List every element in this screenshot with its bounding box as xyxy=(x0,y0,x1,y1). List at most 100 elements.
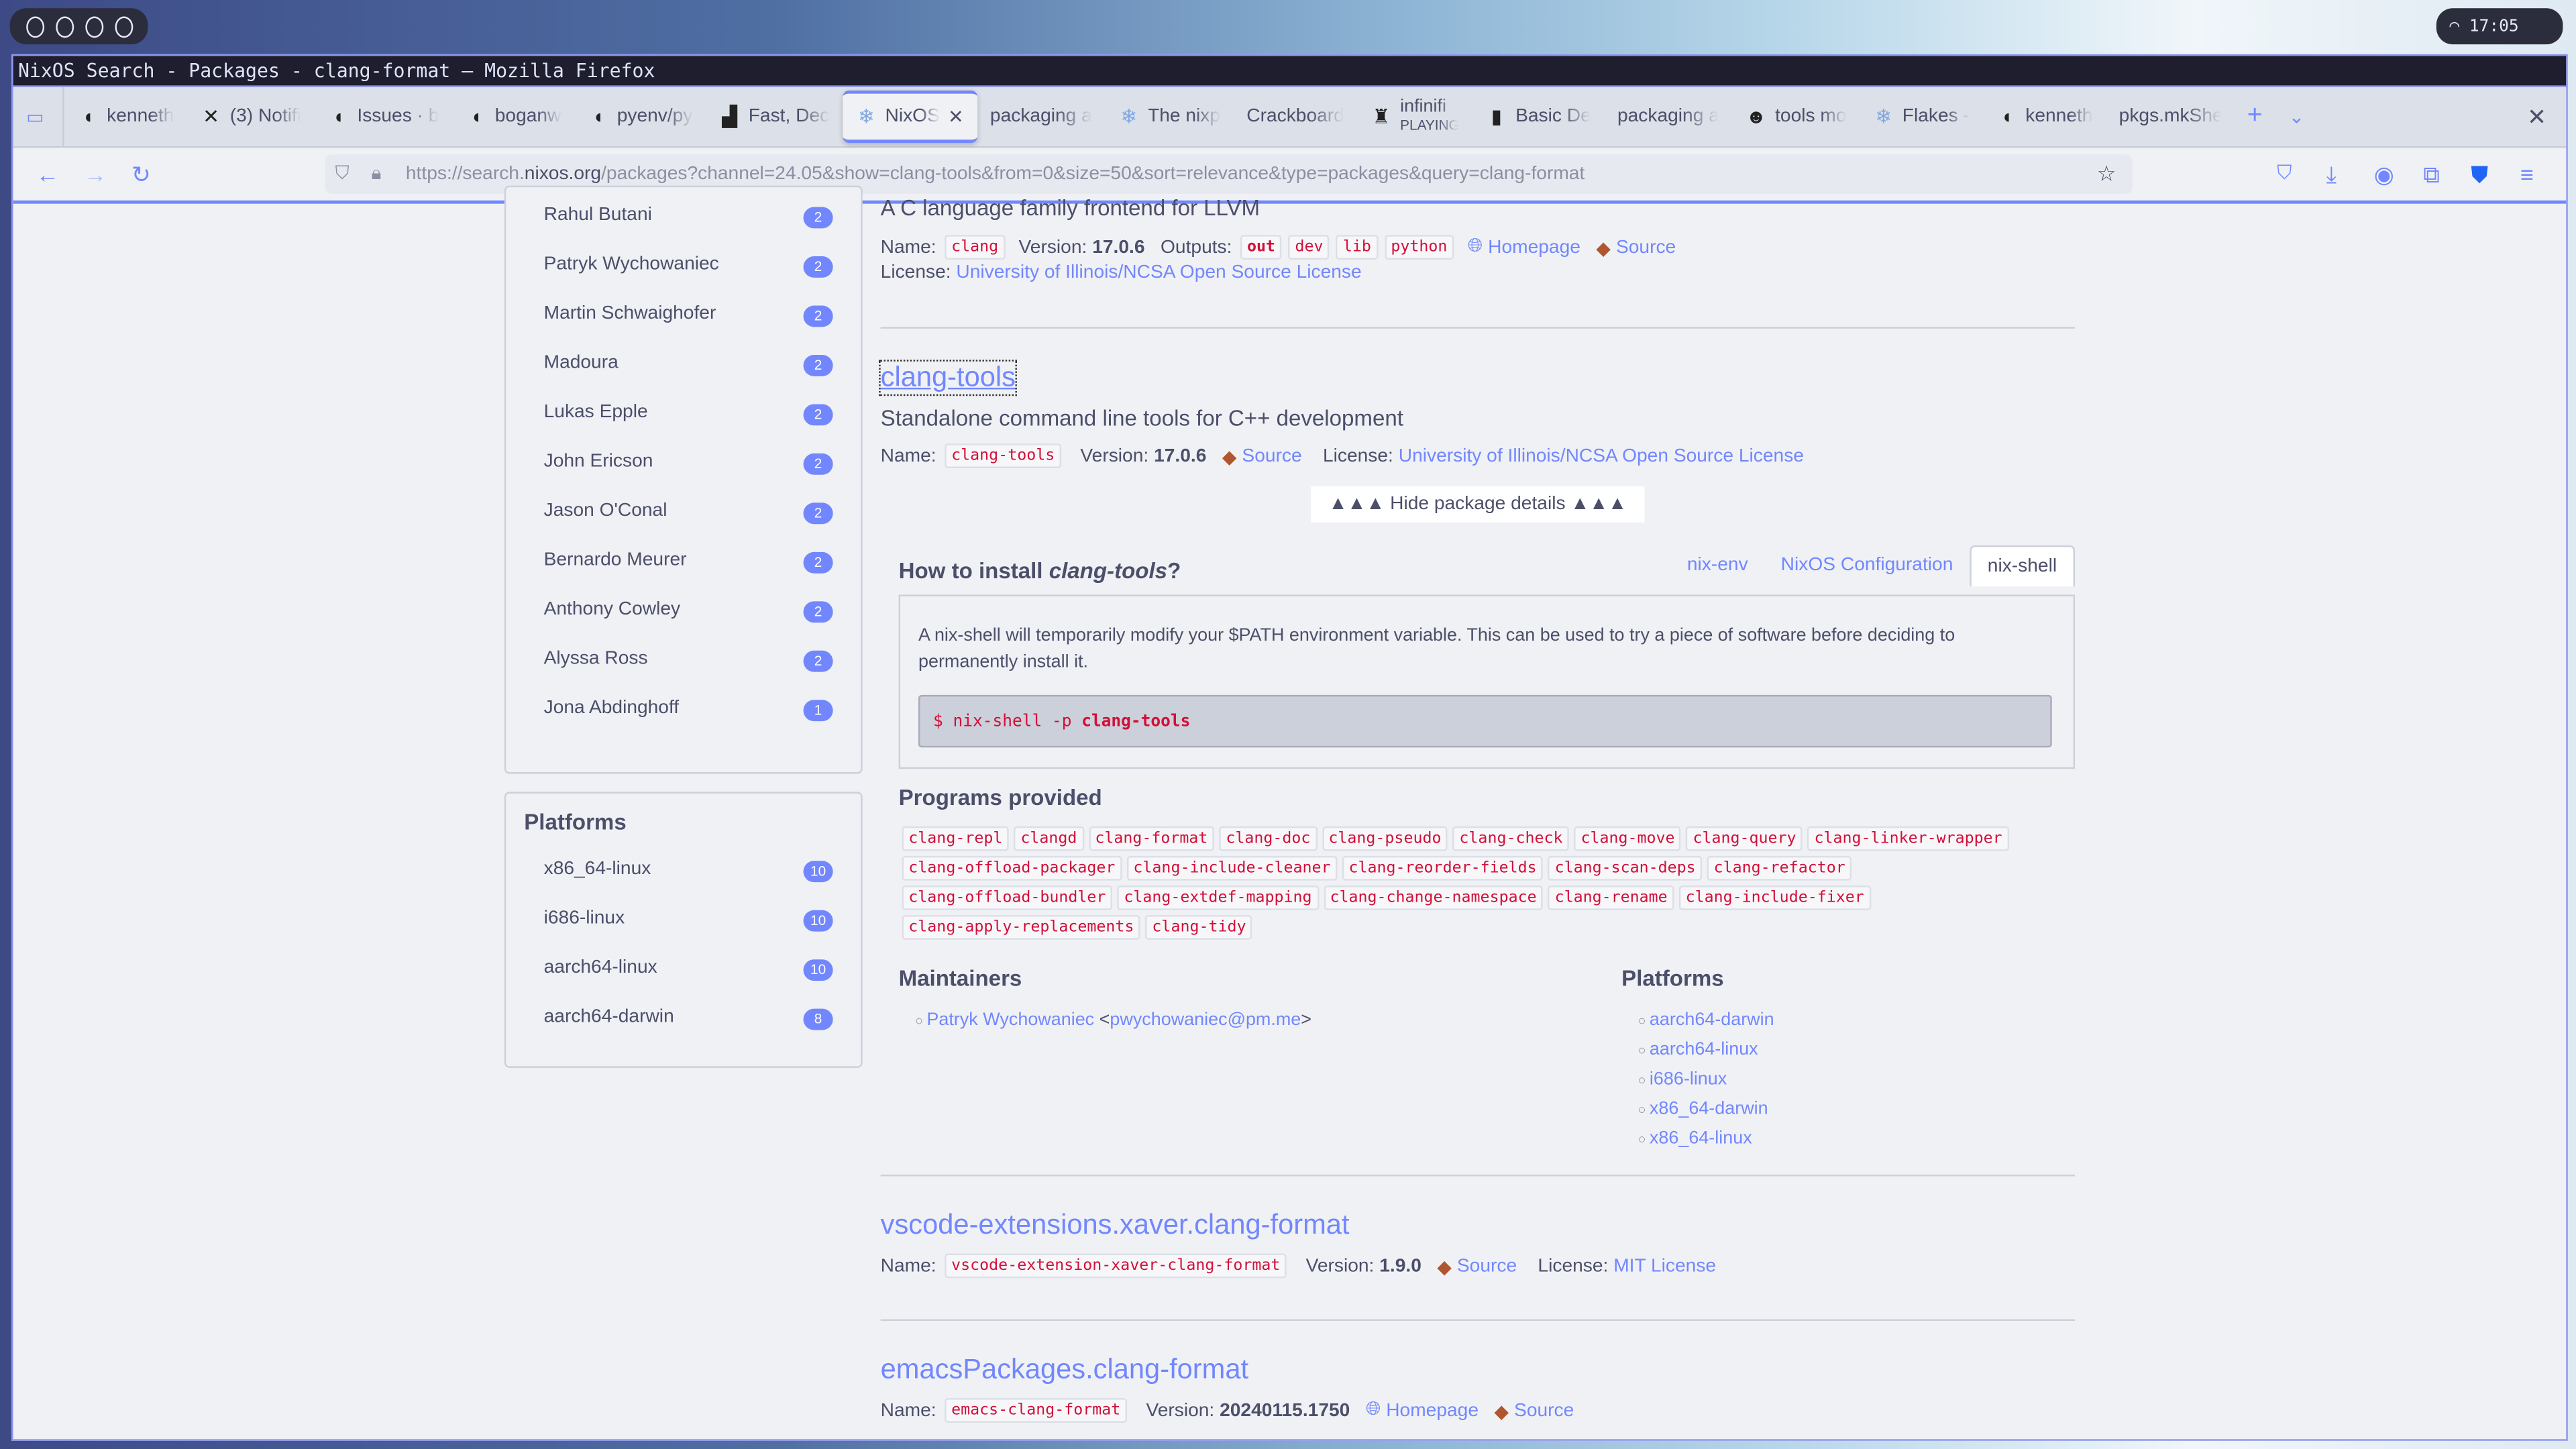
platform-item[interactable]: aarch64-linux xyxy=(1638,1040,1774,1061)
install-tabs: nix-env NixOS Configuration nix-shell xyxy=(1670,545,2076,587)
tab-label: The nixp xyxy=(1148,107,1221,127)
menu-icon[interactable]: ≡ xyxy=(2520,161,2534,187)
extensions-icon[interactable]: ⧉ xyxy=(2423,161,2439,189)
package-title-link[interactable]: vscode-extensions.xaver.clang-format xyxy=(881,1209,1350,1242)
filter-label: Bernardo Meurer xyxy=(543,550,687,570)
workspace-dot[interactable] xyxy=(55,15,73,38)
filter-item[interactable]: Jason O'Conal 2 xyxy=(544,501,833,525)
maintainer-email-link[interactable]: pwychowaniec@pm.me xyxy=(1110,1010,1301,1030)
workspace-dot[interactable] xyxy=(85,15,103,38)
tab-nix-shell[interactable]: nix-shell xyxy=(1969,545,2076,587)
browser-tab[interactable]: ▮ Basic De xyxy=(1472,94,1604,140)
browser-tab[interactable]: packaging a xyxy=(977,94,1105,140)
filter-item[interactable]: i686-linux 10 xyxy=(544,908,833,932)
source-link[interactable]: Source xyxy=(1242,446,1301,466)
filter-item[interactable]: Anthony Cowley 2 xyxy=(544,600,833,623)
browser-tab[interactable]: ❄ NixOS ✕ xyxy=(842,90,977,144)
program-tag: clang-include-cleaner xyxy=(1126,855,1338,881)
platform-item[interactable]: x86_64-darwin xyxy=(1638,1099,1774,1120)
lock-icon[interactable]: 🔒︎ xyxy=(371,154,381,194)
install-command[interactable]: $ nix-shell -p clang-tools xyxy=(918,694,2052,748)
filter-item[interactable]: aarch64-linux 10 xyxy=(544,958,833,981)
browser-tab[interactable]: ❄ Flakes - xyxy=(1860,94,1982,140)
filter-item[interactable]: Bernardo Meurer 2 xyxy=(543,550,833,574)
tab-label: pyenv/py xyxy=(616,107,693,127)
book-icon: ▮ xyxy=(1491,105,1502,129)
browser-tab[interactable]: ♜ infinifi PLAYING xyxy=(1357,94,1472,140)
filter-label: Alyssa Ross xyxy=(543,649,648,669)
workspace-indicator[interactable] xyxy=(9,8,148,45)
reload-icon[interactable]: ↻ xyxy=(131,161,151,189)
output-tag: dev xyxy=(1288,235,1330,260)
license-link[interactable]: University of Illinois/NCSA Open Source … xyxy=(1399,446,1804,466)
browser-tab[interactable]: pkgs.mkShe xyxy=(2106,94,2234,140)
source-link[interactable]: Source xyxy=(1514,1401,1574,1420)
filter-item[interactable]: Patryk Wychowaniec 2 xyxy=(544,255,833,278)
new-tab-icon[interactable]: + xyxy=(2234,94,2275,140)
browser-tab[interactable]: packaging a xyxy=(1604,94,1732,140)
platform-item[interactable]: i686-linux xyxy=(1638,1069,1774,1091)
filter-item[interactable]: Lukas Epple 2 xyxy=(544,402,833,426)
browser-tab[interactable]: ✕ (3) Notifi xyxy=(187,94,315,140)
filter-item[interactable]: Rahul Butani 2 xyxy=(543,205,833,229)
forward-icon[interactable]: → xyxy=(84,161,107,187)
count-badge: 2 xyxy=(803,305,833,327)
hide-package-details-button[interactable]: ▲▲▲ Hide package details ▲▲▲ xyxy=(1311,486,1645,523)
back-icon[interactable]: ← xyxy=(36,161,59,187)
programs-list: clang-repl clangd clang-format clang-doc cla… xyxy=(902,826,2051,940)
close-window-icon[interactable]: ✕ xyxy=(2527,103,2546,131)
browser-tab[interactable]: ▟ Fast, Dec xyxy=(706,94,843,140)
filter-item[interactable]: Alyssa Ross 2 xyxy=(543,649,833,672)
filter-item[interactable]: x86_64-linux 10 xyxy=(544,859,833,883)
program-tag: clangd xyxy=(1014,826,1084,851)
sidebar-toggle-icon[interactable]: ▭ xyxy=(13,87,64,146)
tab-list-chevron-icon[interactable]: ⌄ xyxy=(2275,94,2318,140)
install-heading: How to install clang-tools? xyxy=(898,558,1181,584)
package-title-link[interactable]: clang-tools xyxy=(879,360,1018,396)
pocket-icon[interactable]: ⛉ xyxy=(2277,161,2292,186)
source-link[interactable]: Source xyxy=(1616,237,1676,257)
filter-item[interactable]: Jona Abdinghoff 1 xyxy=(544,698,833,722)
download-icon[interactable]: ⤓ xyxy=(2326,161,2337,189)
maintainer-link[interactable]: Patryk Wychowaniec xyxy=(926,1010,1094,1030)
browser-tab[interactable]: ◖ Issues · b xyxy=(315,94,452,140)
url-path: /packages?channel=24.05&show=clang-tools… xyxy=(601,164,1585,184)
version-label: Version: xyxy=(1305,1256,1375,1276)
browser-tab[interactable]: ◖ kenneth xyxy=(64,94,188,140)
count-badge: 2 xyxy=(803,601,833,623)
filter-item[interactable]: aarch64-darwin 8 xyxy=(544,1007,833,1030)
browser-tab[interactable]: ❄ The nixp xyxy=(1105,94,1233,140)
close-tab-icon[interactable]: ✕ xyxy=(948,105,964,128)
filter-item[interactable]: Martin Schwaighofer 2 xyxy=(544,304,833,327)
nixos-icon: ❄ xyxy=(1875,105,1892,129)
divider xyxy=(880,1175,2076,1177)
platform-item[interactable]: x86_64-linux xyxy=(1638,1128,1774,1150)
package-title-link[interactable]: emacsPackages.clang-format xyxy=(881,1354,1248,1387)
license-link[interactable]: MIT License xyxy=(1613,1256,1716,1275)
source-link[interactable]: Source xyxy=(1457,1256,1517,1275)
browser-tab[interactable]: ◖ kenneth xyxy=(1983,94,2106,140)
workspace-dot[interactable] xyxy=(114,15,133,38)
browser-tab[interactable]: ☻ tools mo xyxy=(1732,94,1860,140)
bookmark-star-icon[interactable]: ☆ xyxy=(2097,154,2116,194)
browser-tab[interactable]: Crackboard xyxy=(1234,94,1358,140)
license-link[interactable]: University of Illinois/NCSA Open Source … xyxy=(956,263,1361,282)
tab-nix-env[interactable]: nix-env xyxy=(1670,545,1764,586)
tab-label: NixOS xyxy=(885,107,940,127)
account-icon[interactable]: ◉ xyxy=(2374,161,2394,189)
filter-item[interactable]: John Ericson 2 xyxy=(544,451,833,475)
shield-icon[interactable]: ⛉ xyxy=(335,154,350,194)
wifi-icon[interactable]: ◠ xyxy=(2449,17,2459,36)
program-tag: clang-query xyxy=(1686,826,1803,851)
filter-label: Rahul Butani xyxy=(543,205,652,225)
filter-item[interactable]: Madoura 2 xyxy=(544,354,833,376)
homepage-link[interactable]: Homepage xyxy=(1386,1401,1479,1420)
workspace-dot[interactable] xyxy=(25,15,44,38)
browser-tab[interactable]: ◖ boganw xyxy=(452,94,574,140)
bitwarden-icon[interactable]: ⛊ xyxy=(2471,161,2488,189)
tab-nixos-configuration[interactable]: NixOS Configuration xyxy=(1764,545,1970,586)
program-tag: clang-apply-replacements xyxy=(902,915,1141,940)
homepage-link[interactable]: Homepage xyxy=(1488,237,1580,257)
browser-tab[interactable]: ◖ pyenv/py xyxy=(574,94,706,140)
platform-item[interactable]: aarch64-darwin xyxy=(1638,1010,1774,1032)
